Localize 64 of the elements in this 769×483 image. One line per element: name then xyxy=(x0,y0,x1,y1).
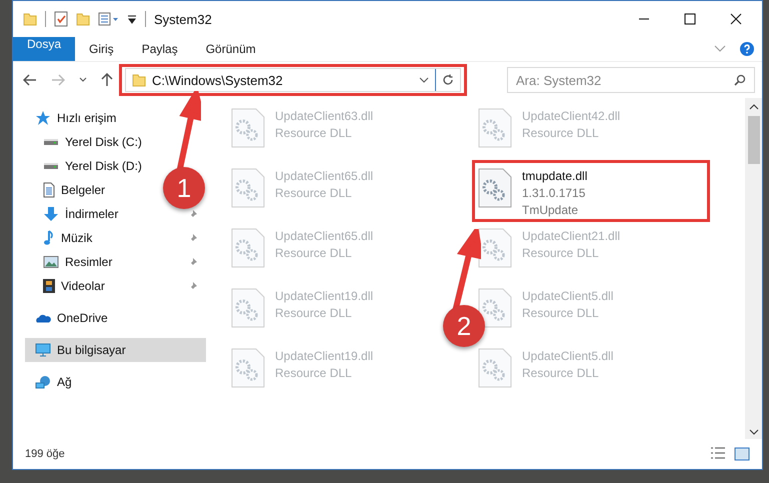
details-view-icon[interactable] xyxy=(710,447,726,459)
chevron-up-icon[interactable] xyxy=(748,104,758,110)
scrollbar-thumb[interactable] xyxy=(748,116,760,164)
file-detail: Resource DLL xyxy=(275,365,352,382)
chevron-down-icon[interactable] xyxy=(419,77,429,83)
step-number-badge: 2 xyxy=(443,305,485,347)
dropdown-icon[interactable] xyxy=(127,14,137,24)
sidebar-item[interactable]: Yerel Disk (D:) xyxy=(43,154,142,178)
download-arrow-icon xyxy=(43,206,59,222)
folder-icon xyxy=(132,74,146,86)
chevron-down-icon[interactable] xyxy=(79,77,87,83)
large-icons-view-icon[interactable] xyxy=(734,447,750,461)
file-detail: Resource DLL xyxy=(275,185,352,202)
file-detail: Resource DLL xyxy=(275,125,352,142)
maximize-icon[interactable] xyxy=(684,13,696,25)
file-detail: Resource DLL xyxy=(522,365,599,382)
gear-file-icon[interactable] xyxy=(478,168,512,208)
search-field[interactable]: Ara: System32 xyxy=(507,67,755,93)
document-icon xyxy=(43,182,55,198)
search-icon[interactable] xyxy=(734,74,746,86)
refresh-icon[interactable] xyxy=(442,74,454,86)
file-name[interactable]: tmupdate.dll xyxy=(522,168,588,185)
drive-icon xyxy=(43,138,59,146)
chevron-down-icon[interactable] xyxy=(748,429,758,435)
file-detail: 1.31.0.1715 xyxy=(522,185,586,202)
gear-file-icon[interactable] xyxy=(478,288,512,328)
monitor-icon xyxy=(35,343,51,357)
file-detail: Resource DLL xyxy=(522,245,599,262)
sidebar-item[interactable]: Videolar xyxy=(43,274,105,298)
sidebar-item[interactable]: Resimler xyxy=(43,250,112,274)
step-number-badge: 1 xyxy=(163,167,205,209)
sidebar-item[interactable]: İndirmeler xyxy=(43,202,118,226)
sidebar-item[interactable]: Belgeler xyxy=(43,178,106,202)
sidebar-item[interactable]: Yerel Disk (C:) xyxy=(43,130,142,154)
drive-icon xyxy=(43,162,59,170)
cloud-icon xyxy=(35,314,51,322)
sidebar-item[interactable]: Müzik xyxy=(43,226,92,250)
item-count: 199 öğe xyxy=(25,448,65,460)
checklist-icon[interactable] xyxy=(54,11,68,27)
up-arrow-icon[interactable] xyxy=(101,73,113,87)
gear-file-icon[interactable] xyxy=(478,228,512,268)
help-icon[interactable] xyxy=(740,42,754,56)
ribbon-tab[interactable]: Dosya xyxy=(13,37,76,61)
scrollbar[interactable] xyxy=(745,98,762,439)
file-detail: Resource DLL xyxy=(522,125,599,142)
file-detail: Resource DLL xyxy=(275,305,352,322)
film-icon xyxy=(43,279,55,293)
sidebar-item[interactable]: Ağ xyxy=(35,370,72,394)
network-icon xyxy=(35,375,51,389)
address-bar[interactable]: C:\Windows\System32 xyxy=(125,68,461,92)
file-detail: Resource DLL xyxy=(275,245,352,262)
close-icon[interactable] xyxy=(730,13,742,25)
picture-icon xyxy=(43,256,59,268)
file-detail: Resource DLL xyxy=(522,305,599,322)
sidebar-item[interactable]: Bu bilgisayar xyxy=(25,338,206,362)
sidebar-item[interactable]: OneDrive xyxy=(35,306,108,330)
music-note-icon xyxy=(43,230,55,246)
properties-icon[interactable] xyxy=(98,12,119,26)
back-arrow-icon[interactable] xyxy=(23,74,37,86)
sidebar-item[interactable]: Hızlı erişim xyxy=(35,106,116,130)
star-icon xyxy=(35,110,51,126)
file-detail: TmUpdate xyxy=(522,202,578,219)
minimize-icon[interactable] xyxy=(638,18,650,20)
window-title: System32 xyxy=(154,12,212,26)
